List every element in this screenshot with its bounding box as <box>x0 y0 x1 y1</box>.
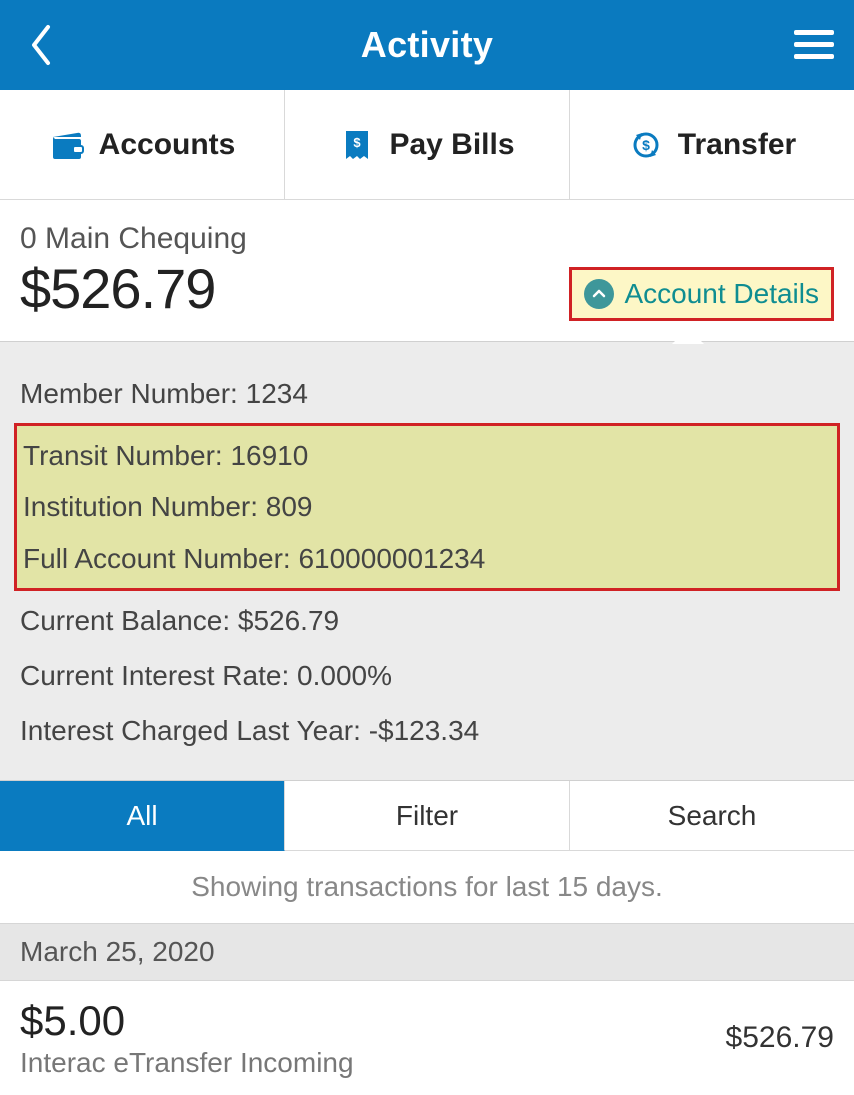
svg-text:$: $ <box>354 135 362 150</box>
tab-transfer[interactable]: $ Transfer <box>570 90 854 199</box>
member-number-label: Member Number: <box>20 378 238 409</box>
full-account-number-label: Full Account Number: <box>23 543 291 574</box>
interest-charged-value: -$123.34 <box>369 715 480 746</box>
institution-number-row: Institution Number: 809 <box>23 481 831 532</box>
hamburger-icon <box>794 30 834 60</box>
transaction-balance: $526.79 <box>726 1021 834 1055</box>
account-balance: $526.79 <box>20 256 247 321</box>
transaction-description: Interac eTransfer Incoming <box>20 1047 354 1079</box>
account-summary-left: 0 Main Chequing $526.79 <box>20 222 247 321</box>
page-title: Activity <box>361 24 493 66</box>
transaction-tabs: All Filter Search <box>0 781 854 851</box>
interest-charged-row: Interest Charged Last Year: -$123.34 <box>20 703 834 758</box>
transaction-left: $5.00 Interac eTransfer Incoming <box>20 997 354 1079</box>
account-name: 0 Main Chequing <box>20 222 247 256</box>
transit-number-value: 16910 <box>230 440 308 471</box>
highlighted-account-numbers: Transit Number: 16910 Institution Number… <box>14 423 840 591</box>
account-details-panel: Member Number: 1234 Transit Number: 1691… <box>0 341 854 781</box>
top-tabs: Accounts $ Pay Bills $ Transfer <box>0 90 854 200</box>
tab-accounts-label: Accounts <box>99 128 236 162</box>
tab-transfer-label: Transfer <box>678 128 796 162</box>
tab-all-label: All <box>126 800 157 832</box>
member-number-value: 1234 <box>246 378 308 409</box>
tab-filter[interactable]: Filter <box>285 781 570 851</box>
tab-search-label: Search <box>668 800 757 832</box>
chevron-up-circle-icon <box>584 279 614 309</box>
member-number-row: Member Number: 1234 <box>20 366 834 421</box>
svg-text:$: $ <box>642 137 650 153</box>
interest-charged-label: Interest Charged Last Year: <box>20 715 361 746</box>
interest-rate-label: Current Interest Rate: <box>20 660 289 691</box>
interest-rate-row: Current Interest Rate: 0.000% <box>20 648 834 703</box>
menu-button[interactable] <box>792 23 836 67</box>
full-account-number-value: 610000001234 <box>298 543 485 574</box>
current-balance-row: Current Balance: $526.79 <box>20 593 834 648</box>
transaction-amount: $5.00 <box>20 997 354 1045</box>
current-balance-label: Current Balance: <box>20 605 230 636</box>
current-balance-value: $526.79 <box>238 605 339 636</box>
back-button[interactable] <box>18 23 62 67</box>
tab-pay-bills[interactable]: $ Pay Bills <box>285 90 570 199</box>
wallet-icon <box>49 127 85 163</box>
transaction-date-header: March 25, 2020 <box>0 923 854 981</box>
interest-rate-value: 0.000% <box>297 660 392 691</box>
tab-accounts[interactable]: Accounts <box>0 90 285 199</box>
tab-all[interactable]: All <box>0 781 285 851</box>
account-details-toggle[interactable]: Account Details <box>569 267 834 321</box>
account-summary: 0 Main Chequing $526.79 Account Details <box>0 200 854 341</box>
full-account-number-row: Full Account Number: 610000001234 <box>23 533 831 584</box>
transit-number-label: Transit Number: <box>23 440 223 471</box>
app-header: Activity <box>0 0 854 90</box>
institution-number-value: 809 <box>266 491 313 522</box>
tab-filter-label: Filter <box>396 800 458 832</box>
account-details-toggle-label: Account Details <box>624 278 819 310</box>
transit-number-row: Transit Number: 16910 <box>23 430 831 481</box>
tab-search[interactable]: Search <box>570 781 854 851</box>
transactions-status-text: Showing transactions for last 15 days. <box>0 851 854 923</box>
transfer-icon: $ <box>628 127 664 163</box>
transaction-row[interactable]: $5.00 Interac eTransfer Incoming $526.79 <box>0 981 854 1095</box>
institution-number-label: Institution Number: <box>23 491 258 522</box>
chevron-left-icon <box>26 23 54 67</box>
bill-icon: $ <box>339 127 375 163</box>
tab-pay-bills-label: Pay Bills <box>389 128 514 162</box>
